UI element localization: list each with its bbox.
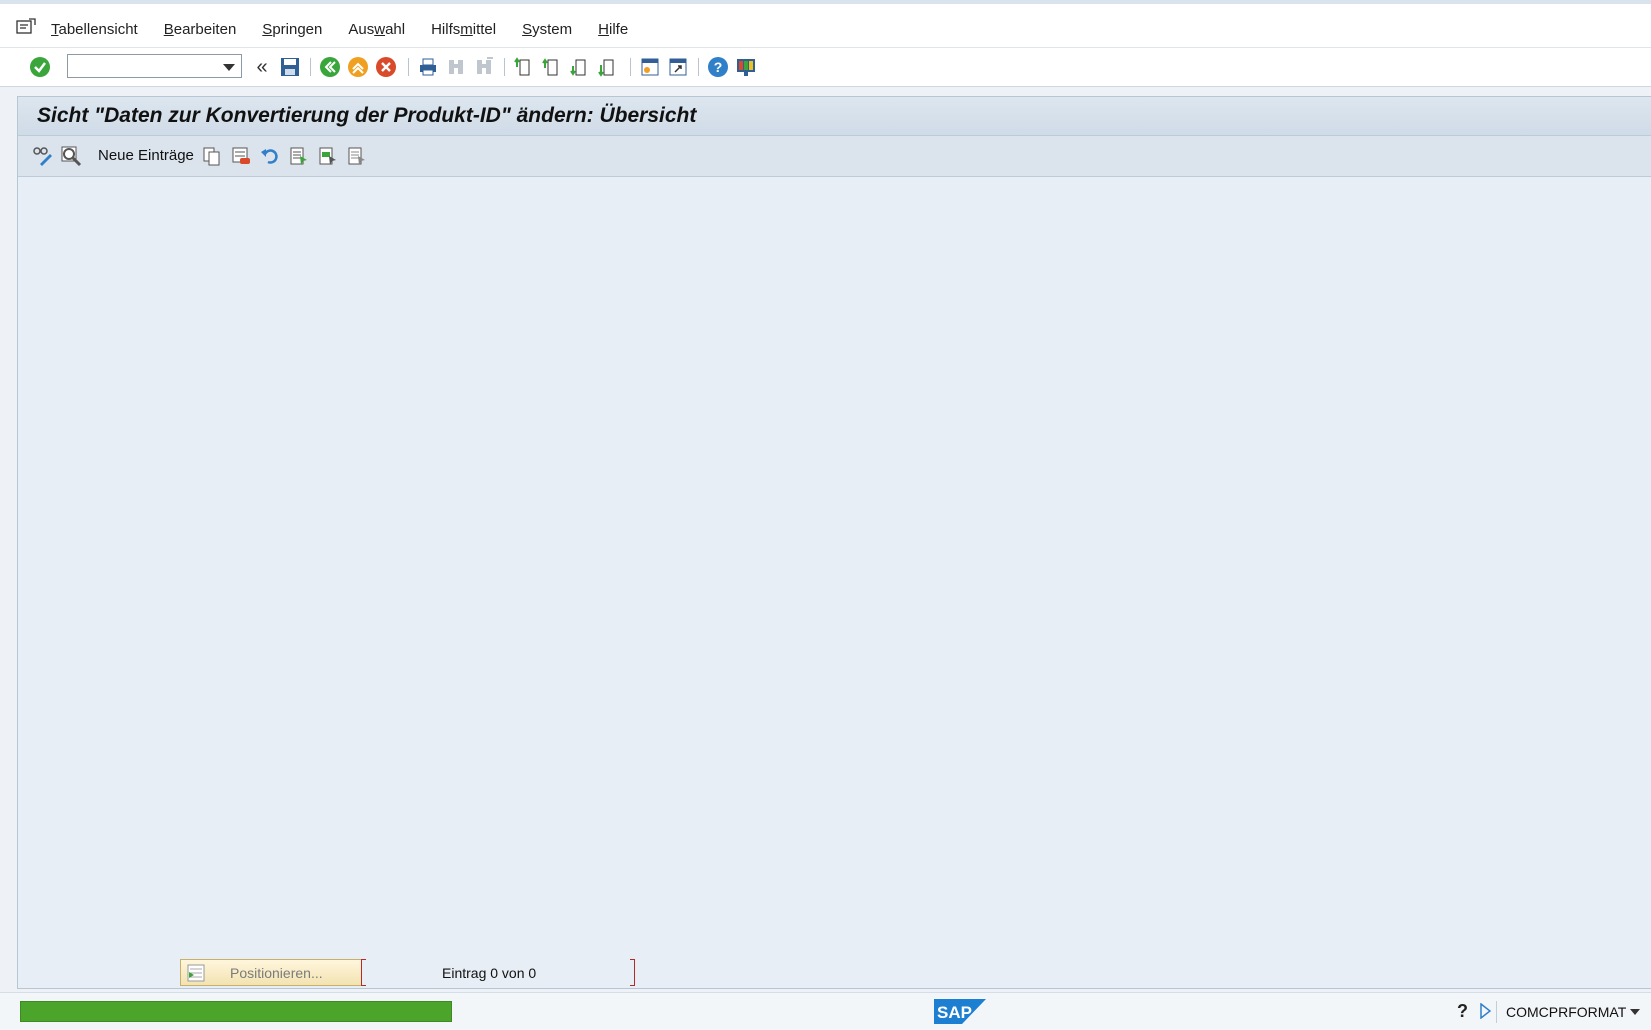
- menu-toggle-icon[interactable]: [16, 18, 36, 36]
- position-button[interactable]: Positionieren...: [180, 959, 362, 986]
- customize-layout-icon[interactable]: [734, 55, 758, 79]
- menu-item-mnemonic: H: [598, 21, 609, 38]
- command-field-dropdown-icon[interactable]: [223, 64, 235, 71]
- command-field[interactable]: [67, 54, 242, 78]
- status-help-icon[interactable]: ?: [1457, 1001, 1468, 1022]
- copy-as-icon[interactable]: [200, 144, 224, 168]
- menu-item-mnemonic: m: [460, 21, 473, 38]
- menu-item-mnemonic: B: [163, 21, 174, 38]
- sap-logo: SAP: [934, 999, 986, 1024]
- toolbar-separator: [698, 58, 699, 76]
- menu-item-text-post: ilfe: [608, 21, 629, 38]
- new-session-icon[interactable]: [638, 55, 662, 79]
- next-page-icon[interactable]: [568, 55, 592, 79]
- status-bar: SAP ? COMCPRFORMAT: [0, 992, 1651, 1030]
- menu-item-text-pre: Aus: [348, 21, 375, 38]
- save-icon[interactable]: [278, 55, 302, 79]
- previous-page-icon[interactable]: [540, 55, 564, 79]
- table-footer: Positionieren... Eintrag 0 von 0: [18, 949, 1651, 989]
- menu-item-text-post: ahl: [385, 21, 406, 38]
- toolbar-separator: [310, 58, 311, 76]
- menu-item-text-post: ittel: [472, 21, 497, 38]
- menu-item[interactable]: System: [522, 21, 572, 38]
- deselect-all-icon[interactable]: [344, 144, 368, 168]
- progress-bar: [20, 1001, 452, 1022]
- undo-change-icon[interactable]: [258, 144, 282, 168]
- create-shortcut-icon[interactable]: [666, 55, 690, 79]
- system-toolbar: « ?: [0, 48, 1651, 87]
- menu-item[interactable]: Hilfe: [598, 21, 628, 38]
- toolbar-separator: [504, 58, 505, 76]
- svg-text:?: ?: [714, 59, 723, 75]
- select-all-icon[interactable]: [286, 144, 310, 168]
- application-toolbar: Neue Einträge: [18, 136, 1651, 177]
- menu-item[interactable]: Bearbeiten: [164, 21, 237, 38]
- menu-item[interactable]: Auswahl: [348, 21, 405, 38]
- sap-logo-text: SAP: [937, 1003, 972, 1022]
- toolbar-separator: [630, 58, 631, 76]
- status-separator: [1496, 1001, 1497, 1023]
- toolbar-separator: [408, 58, 409, 76]
- menu-item-mnemonic: S: [262, 21, 273, 38]
- entry-count: Eintrag 0 von 0: [442, 965, 537, 981]
- enter-check-icon[interactable]: [28, 55, 52, 79]
- select-block-icon[interactable]: [315, 144, 339, 168]
- new-entries-button[interactable]: Neue Einträge: [98, 147, 194, 164]
- last-page-icon[interactable]: [596, 55, 620, 79]
- help-icon[interactable]: ?: [706, 55, 730, 79]
- menu-item-text-post: abellensicht: [58, 21, 138, 38]
- position-button-label: Positionieren...: [230, 965, 323, 981]
- menu-item-text-post: earbeiten: [173, 21, 237, 38]
- cancel-icon[interactable]: [374, 55, 398, 79]
- display-icon[interactable]: [59, 144, 83, 168]
- find-next-icon[interactable]: [472, 55, 496, 79]
- exit-icon[interactable]: [346, 55, 370, 79]
- menu-item-mnemonic: w: [374, 21, 386, 38]
- status-expand-icon[interactable]: [1479, 1002, 1492, 1024]
- menu-item-text-post: ystem: [532, 21, 573, 38]
- menu-item-mnemonic: T: [51, 21, 59, 38]
- first-page-icon[interactable]: [512, 55, 536, 79]
- screen-frame: Sicht "Daten zur Konvertierung der Produ…: [17, 96, 1651, 989]
- menu-item-mnemonic: S: [522, 21, 533, 38]
- display-change-icon[interactable]: [30, 144, 54, 168]
- menu-item-text-pre: Hilfs: [431, 21, 461, 38]
- delete-icon[interactable]: [229, 144, 253, 168]
- transaction-code[interactable]: COMCPRFORMAT: [1506, 1004, 1626, 1020]
- field-bracket-right: [630, 959, 635, 986]
- find-icon[interactable]: [444, 55, 468, 79]
- title-bar: Sicht "Daten zur Konvertierung der Produ…: [18, 97, 1651, 136]
- menu-item-text-post: pringen: [272, 21, 323, 38]
- print-icon[interactable]: [416, 55, 440, 79]
- collapse-double-chevron-icon[interactable]: «: [250, 55, 274, 79]
- position-icon: [187, 964, 205, 985]
- system-info-dropdown-icon[interactable]: [1630, 1009, 1640, 1015]
- page-title: Sicht "Daten zur Konvertierung der Produ…: [37, 104, 697, 127]
- menu-bar: Tabellensicht Bearbeiten Springen Auswahl Hi…: [0, 4, 1651, 48]
- menu-items: Tabellensicht Bearbeiten Springen Auswahl Hi…: [51, 21, 654, 38]
- field-bracket-left: [361, 959, 366, 986]
- menu-item[interactable]: Springen: [262, 21, 322, 38]
- back-icon[interactable]: [318, 55, 342, 79]
- menu-item[interactable]: Tabellensicht: [51, 21, 138, 38]
- menu-item[interactable]: Hilfsmittel: [431, 21, 496, 38]
